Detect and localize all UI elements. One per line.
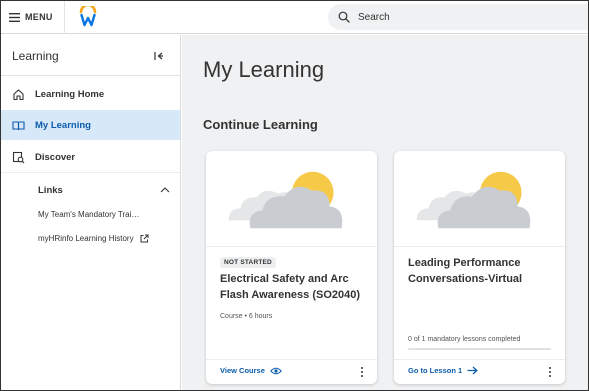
discover-icon [12, 151, 25, 163]
sidebar-item-discover[interactable]: Discover [1, 142, 180, 172]
link-my-teams-mandatory-training[interactable]: My Team's Mandatory Trai… [38, 210, 139, 219]
main-content: My Learning Continue Learning NOT STARTE… [182, 35, 588, 390]
home-icon [13, 88, 24, 100]
progress-text: 0 of 1 mandatory lessons completed [408, 336, 521, 343]
page-title: My Learning [203, 57, 325, 82]
eye-icon [270, 367, 282, 374]
sidebar-title: Learning [12, 49, 59, 63]
sidebar-item-label: Learning Home [35, 88, 105, 100]
sidebar-item-my-learning[interactable]: My Learning [1, 110, 180, 140]
chevron-up-icon [160, 187, 170, 193]
top-bar: MENU Search [1, 1, 588, 34]
sidebar: Learning Learning Home My Learning Disco… [1, 35, 181, 390]
course-card[interactable]: NOT STARTED Electrical Safety and Arc Fl… [206, 151, 377, 384]
sidebar-item-label: My Learning [35, 119, 91, 131]
weather-illustration-icon [206, 171, 377, 247]
arrow-right-icon [467, 366, 478, 375]
divider [206, 359, 377, 360]
collapse-sidebar-icon[interactable] [154, 50, 164, 62]
search-icon [338, 11, 350, 23]
link-label: myHRinfo Learning History [38, 234, 134, 243]
more-options-button[interactable] [359, 365, 365, 379]
card-meta: Course • 6 hours [220, 313, 273, 320]
workday-logo-icon[interactable] [78, 6, 98, 28]
go-to-lesson-button[interactable]: Go to Lesson 1 [408, 366, 478, 375]
action-label: View Course [220, 366, 265, 375]
course-card[interactable]: Leading Performance Conversations-Virtua… [394, 151, 565, 384]
hamburger-icon [9, 12, 20, 22]
link-label: My Team's Mandatory Trai… [38, 210, 140, 219]
divider [64, 1, 65, 34]
card-title[interactable]: Electrical Safety and Arc Flash Awarenes… [220, 271, 370, 303]
weather-illustration-icon [394, 171, 565, 247]
more-options-button[interactable] [547, 365, 553, 379]
action-label: Go to Lesson 1 [408, 366, 463, 375]
card-title[interactable]: Leading Performance Conversations-Virtua… [408, 255, 558, 287]
link-myhrinfo-learning-history[interactable]: myHRinfo Learning History [38, 234, 149, 243]
menu-label: MENU [25, 12, 53, 22]
divider [1, 75, 180, 76]
status-badge: NOT STARTED [220, 257, 276, 268]
search-placeholder: Search [358, 11, 390, 23]
sidebar-item-label: Discover [35, 151, 76, 163]
view-course-button[interactable]: View Course [220, 366, 282, 375]
book-icon [12, 120, 25, 130]
menu-button[interactable]: MENU [9, 9, 53, 25]
external-link-icon [140, 234, 149, 243]
section-title: Continue Learning [203, 117, 318, 132]
links-section-toggle[interactable]: Links [38, 183, 170, 197]
sidebar-item-learning-home[interactable]: Learning Home [1, 79, 180, 109]
links-heading: Links [38, 184, 63, 196]
divider [1, 172, 180, 173]
divider [394, 359, 565, 360]
progress-bar [408, 348, 551, 350]
search-input[interactable]: Search [328, 4, 588, 30]
app-window: MENU Search Learning Learning Home My Le… [0, 0, 589, 391]
